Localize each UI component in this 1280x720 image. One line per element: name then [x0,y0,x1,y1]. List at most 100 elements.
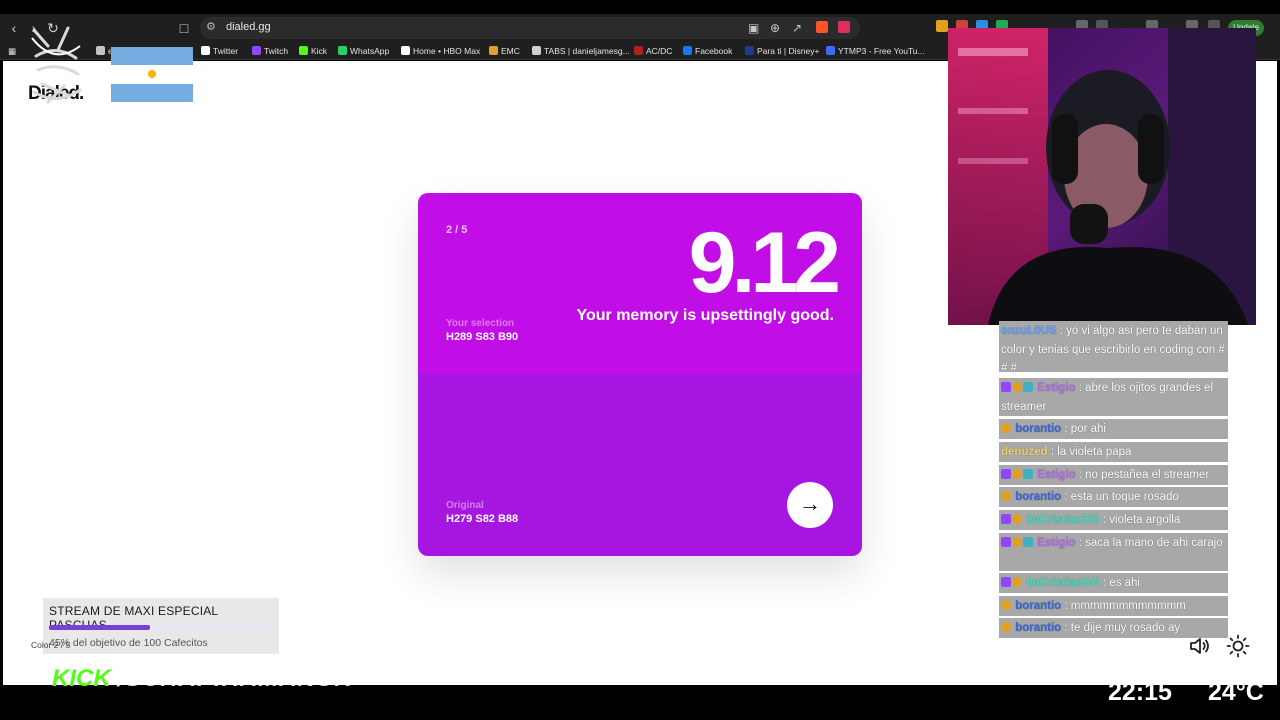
volume-icon[interactable] [1188,634,1212,658]
chat-text: : por ahi [1064,423,1106,435]
tabs-favicon [532,46,541,55]
original-label: Original [446,500,484,511]
bookmark-item[interactable]: Twitch [252,45,288,58]
chat-username: enzuL0US [1001,325,1057,337]
bookmark-favicon [96,46,105,55]
bookmark-item[interactable]: Kick [299,45,327,58]
chat-text: : la violeta papa [1050,446,1132,458]
goal-progress-bar [49,625,273,630]
bookmark-item[interactable]: EMC [489,45,520,58]
apps-grid-icon[interactable]: ▦ [8,45,16,58]
chat-message: ImCristianDG : violeta argolla [999,510,1228,530]
bookmark-item[interactable]: Twitter [201,45,238,58]
coin-badge-icon [1001,491,1011,501]
original-value: H279 S82 B88 [446,513,519,525]
chat-username: borantio [1015,423,1062,435]
chat-text: : violeta argolla [1102,514,1181,526]
bookmark-item[interactable]: Facebook [683,45,732,58]
bookmark-item[interactable]: WhatsApp [338,45,389,58]
bookmark-label: Home • HBO Max [413,46,481,56]
chat-text: : esta un toque rosado [1064,491,1179,503]
back-icon[interactable]: ‹ [6,20,22,36]
coin-badge-icon [1012,514,1022,524]
bookmark-label: Para ti | Disney+ [757,46,820,56]
result-card: 2 / 5 9.12 Your memory is upsettingly go… [418,193,862,556]
bookmark-icon[interactable]: □ [176,20,192,36]
chat-message: borantio : esta un toque rosado [999,487,1228,507]
round-counter: 2 / 5 [446,224,468,236]
chat-message: borantio : mmmmmmmmmmmm [999,596,1228,616]
chat-message: borantio : por ahi [999,419,1228,439]
whatsapp-logo-icon [338,46,347,55]
twitch-logo-icon [252,46,261,55]
stream-frame: ‹ › ↻ □ ⚙ dialed.gg ▣ ⊕ ↗ Update ▦ email… [0,0,1280,720]
streamer-logo [31,26,82,104]
chat-text: : mmmmmmmmmmmm [1064,600,1186,612]
stream-clock: 22:15 [1108,678,1172,706]
chat-username: Estigio [1037,382,1076,394]
selection-label: Your selection [446,318,515,329]
chat-username: borantio [1015,600,1062,612]
bookmark-label: WhatsApp [350,46,390,56]
chat-username: ImCristianDG [1026,514,1100,526]
bookmark-item[interactable]: AC/DC [634,45,672,58]
webcam-feed [948,28,1256,325]
coin-badge-icon [1001,622,1011,632]
brave-shield-icon[interactable] [816,21,828,33]
coin-badge-icon [1012,577,1022,587]
bookmark-label: TABS | danieljamesg... [544,46,630,56]
chat-message: denuzed : la violeta papa [999,442,1228,462]
bookmark-label: Facebook [695,46,733,56]
bookmark-label: Twitter [213,46,239,56]
x-logo-icon [201,46,210,55]
facebook-logo-icon [683,46,692,55]
acdc-favicon [634,46,643,55]
kick-logo-icon [299,46,308,55]
zoom-icon[interactable]: ⊕ [770,21,780,35]
chat-text: : saca la mano de ahi carajo [1078,537,1223,549]
subscriber-badge-icon [1001,537,1011,547]
stream-temperature: 24°C [1208,678,1264,706]
stream-chat: enzuL0US : yo vi algo asi pero te daban … [999,321,1228,638]
kick-logo: KICK [52,665,111,692]
next-button[interactable]: → [787,482,833,528]
chat-message: Estigio : saca la mano de ahi carajo [999,533,1228,571]
tab-strip [0,0,1280,14]
address-bar-url: dialed.gg [226,21,271,33]
chat-username: ImCristianDG [1026,577,1100,589]
coin-badge-icon [1012,382,1022,392]
sun-icon[interactable] [1226,634,1250,658]
arrow-right-icon: → [799,491,821,516]
bookmark-label: Twitch [264,46,289,56]
cast-icon[interactable]: ▣ [748,21,759,35]
donation-goal: STREAM DE MAXI ESPECIAL PASCUAS 45% del … [43,598,279,654]
brave-rewards-icon[interactable] [838,21,850,33]
extension-icon[interactable] [936,20,948,32]
bookmark-item[interactable]: Home • HBO Max [401,45,480,58]
score-verdict: Your memory is upsettingly good. [576,307,834,324]
disney-plus-logo-icon [745,46,754,55]
chat-username: Estigio [1037,469,1076,481]
gamer-badge-icon [1023,469,1033,479]
coin-badge-icon [1001,600,1011,610]
bookmark-label: AC/DC [646,46,673,56]
bookmark-item[interactable]: Para ti | Disney+ [745,45,819,58]
selection-swatch: 2 / 5 9.12 Your memory is upsettingly go… [418,193,862,374]
share-icon[interactable]: ↗ [792,21,802,35]
chat-message: ImCristianDG : es ahi [999,573,1228,593]
chat-text: : no pestañea el streamer [1078,469,1210,481]
selection-value: H289 S83 B90 [446,331,519,343]
chat-text: : te dije muy rosado ay [1064,622,1181,634]
original-swatch: Original H279 S82 B88 → [418,374,862,556]
bookmark-item[interactable]: YTMP3 - Free YouTu... [826,45,925,58]
coin-badge-icon [1012,537,1022,547]
gamer-badge-icon [1023,382,1033,392]
chat-message: Estigio : abre los ojitos grandes el str… [999,378,1228,416]
site-settings-icon[interactable]: ⚙ [206,20,216,33]
gamer-badge-icon [1023,537,1033,547]
goal-progress-text: 45% del objetivo de 100 Cafecitos [49,637,208,649]
bookmark-item[interactable]: TABS | danieljamesg... [532,45,630,58]
address-bar[interactable]: ⚙ dialed.gg ▣ ⊕ ↗ [200,17,860,39]
coin-badge-icon [1001,423,1011,433]
color-round-info: Color 2 / 5 [31,640,71,650]
